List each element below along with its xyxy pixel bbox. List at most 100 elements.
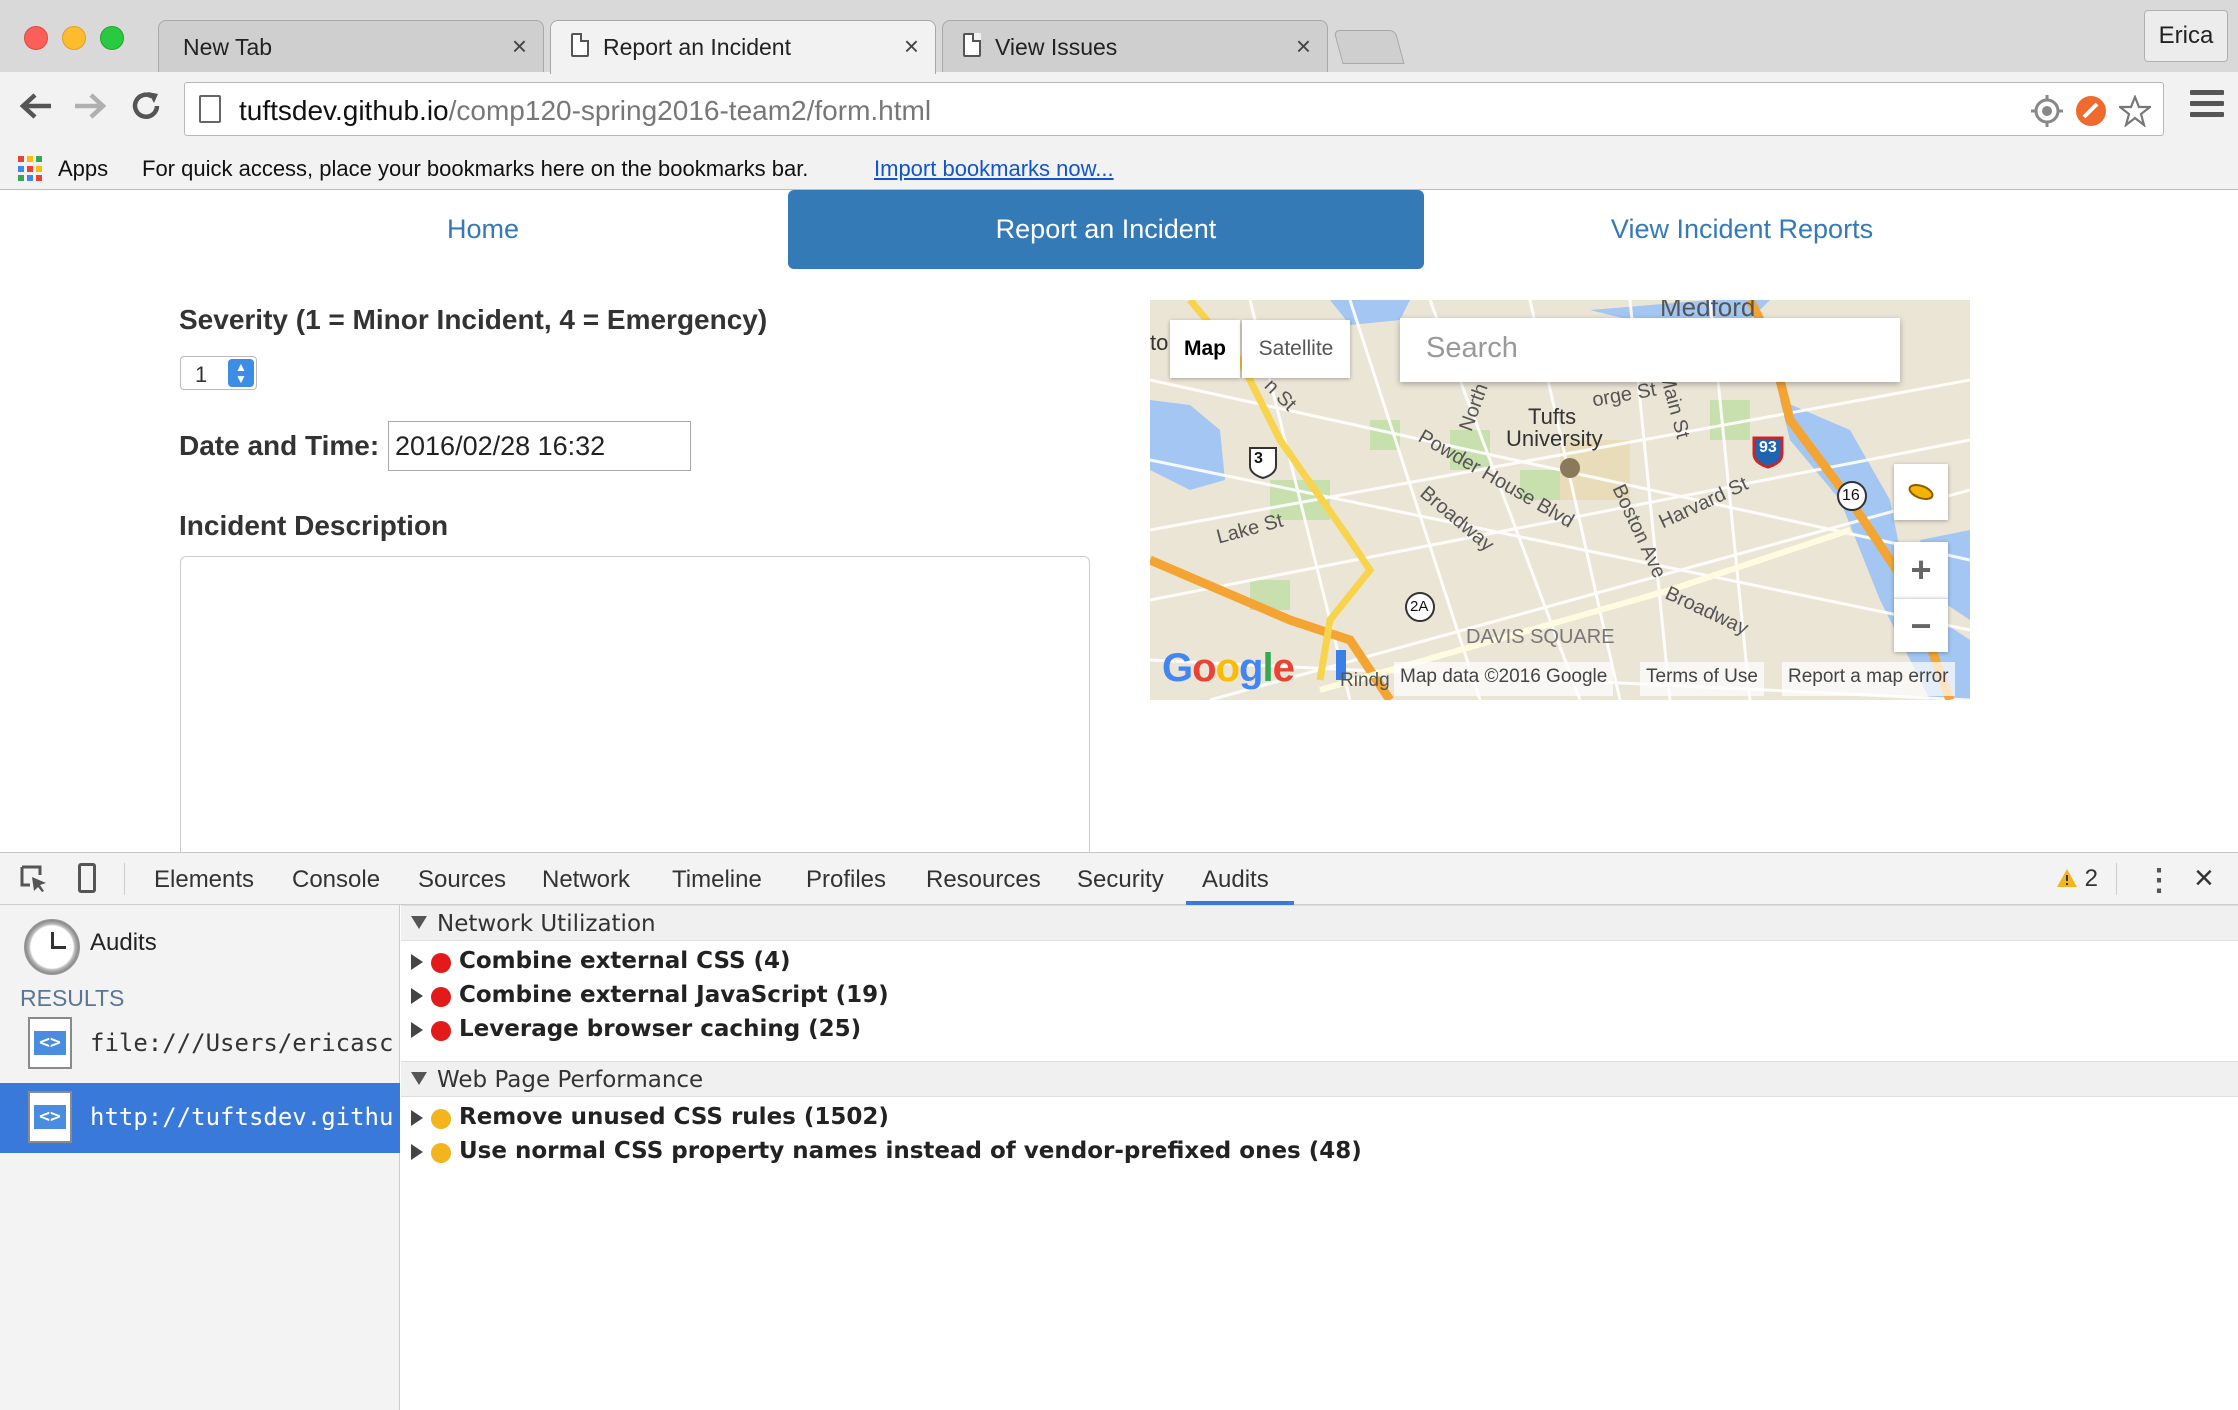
document-icon <box>963 33 981 57</box>
zoom-window-button[interactable] <box>100 26 124 50</box>
tab-elements[interactable]: Elements <box>154 866 254 894</box>
back-button[interactable] <box>14 84 58 128</box>
map-label-davis-square: DAVIS SQUARE <box>1466 626 1615 648</box>
severity-select[interactable]: 1 ▲ ▼ <box>180 356 257 390</box>
map-shield-route-2a: 2A <box>1410 598 1429 615</box>
map-label-university: University <box>1506 426 1603 451</box>
bookmarks-bar: Apps For quick access, place your bookma… <box>0 146 2238 190</box>
tab-new-tab[interactable]: New Tab × <box>158 20 544 72</box>
close-window-button[interactable] <box>24 26 48 50</box>
reload-icon <box>132 92 160 119</box>
extension-icon[interactable] <box>2075 95 2107 127</box>
description-label: Incident Description <box>179 510 449 541</box>
datetime-input[interactable] <box>388 421 691 471</box>
devtools-panel: Elements Console Sources Network Timelin… <box>0 852 2238 1410</box>
rule-label: Combine external CSS (4) <box>459 948 791 974</box>
forward-button[interactable] <box>68 84 112 128</box>
profile-button[interactable]: Erica <box>2144 10 2228 62</box>
close-devtools-icon[interactable]: × <box>2194 859 2214 898</box>
result-item-label: http://tuftsdev.github.io/ <box>90 1103 395 1131</box>
tab-resources[interactable]: Resources <box>926 866 1041 894</box>
warnings-counter[interactable]: 2 <box>2056 865 2098 893</box>
apps-grid-icon[interactable] <box>18 156 44 182</box>
audit-rule[interactable]: Use normal CSS property names instead of… <box>401 1135 2238 1169</box>
result-item-http[interactable]: <> http://tuftsdev.github.io/ <box>0 1083 400 1153</box>
close-tab-icon[interactable]: × <box>904 31 919 62</box>
audit-rule[interactable]: Remove unused CSS rules (1502) <box>401 1101 2238 1135</box>
inspect-element-icon[interactable] <box>20 865 48 893</box>
audit-rule[interactable]: Combine external CSS (4) <box>401 945 2238 979</box>
map-search-input[interactable]: Search <box>1400 318 1900 382</box>
category-web-page-performance[interactable]: Web Page Performance <box>401 1061 2238 1097</box>
close-tab-icon[interactable]: × <box>512 31 527 62</box>
map[interactable]: Medford to Tufts University Lake St Powd… <box>1150 300 1970 700</box>
zoom-in-button[interactable]: + <box>1894 542 1948 598</box>
devtools-toolbar: Elements Console Sources Network Timelin… <box>0 853 2238 905</box>
bookmark-star-icon[interactable] <box>2119 95 2151 127</box>
rule-label: Leverage browser caching (25) <box>459 1016 862 1042</box>
datetime-label: Date and Time: <box>179 430 380 461</box>
chrome-menu-icon[interactable] <box>2190 90 2224 120</box>
description-textarea[interactable] <box>180 556 1090 852</box>
sidebar-audits-item[interactable]: Audits <box>90 929 157 957</box>
map-terms-link[interactable]: Terms of Use <box>1640 662 1764 696</box>
address-bar[interactable]: tuftsdev.github.io/comp120-spring2016-te… <box>184 82 2164 136</box>
web-page: Home Report an Incident View Incident Re… <box>0 190 2238 852</box>
tab-view-issues[interactable]: View Issues × <box>942 20 1328 72</box>
minimize-window-button[interactable] <box>62 26 86 50</box>
result-item-file[interactable]: <> file:///Users/ericaschwartz <box>0 1009 400 1079</box>
new-tab-button[interactable] <box>1333 30 1405 64</box>
pegman-icon <box>1908 484 1934 500</box>
tab-console[interactable]: Console <box>292 866 380 894</box>
map-type-satellite-button[interactable]: Satellite <box>1242 320 1350 378</box>
more-options-icon[interactable]: ⋮ <box>2144 863 2174 898</box>
device-mode-icon[interactable] <box>78 863 96 893</box>
tab-title: Report an Incident <box>603 34 791 60</box>
map-label-to: to <box>1150 330 1169 355</box>
category-title: Web Page Performance <box>437 1067 704 1093</box>
audit-results: Network Utilization Combine external CSS… <box>401 905 2238 1410</box>
tab-security[interactable]: Security <box>1077 866 1164 894</box>
html-file-icon: <> <box>28 1017 72 1069</box>
map-label-rindge: Rindg <box>1340 670 1390 691</box>
html-file-icon: <> <box>28 1091 72 1143</box>
close-tab-icon[interactable]: × <box>1296 31 1311 62</box>
map-report-error-link[interactable]: Report a map error <box>1782 662 1955 696</box>
tab-network[interactable]: Network <box>542 866 630 894</box>
street-view-pegman-icon[interactable] <box>1894 464 1948 520</box>
tab-title: View Issues <box>995 34 1118 60</box>
tab-sources[interactable]: Sources <box>418 866 506 894</box>
back-arrow-icon <box>19 93 51 119</box>
browser-toolbar: tuftsdev.github.io/comp120-spring2016-te… <box>0 72 2238 146</box>
tab-timeline[interactable]: Timeline <box>672 866 762 894</box>
warning-dot-icon <box>431 1143 451 1163</box>
audits-sidebar: Audits RESULTS <> file:///Users/ericasch… <box>0 905 400 1410</box>
tab-profiles[interactable]: Profiles <box>806 866 886 894</box>
expanded-triangle-icon <box>411 916 427 929</box>
collapsed-triangle-icon <box>411 1110 423 1126</box>
severity-label: Severity (1 = Minor Incident, 4 = Emerge… <box>179 304 768 335</box>
collapsed-triangle-icon <box>411 1022 423 1038</box>
collapsed-triangle-icon <box>411 988 423 1004</box>
import-bookmarks-link[interactable]: Import bookmarks now... <box>874 156 1114 182</box>
map-data-attribution: Map data ©2016 Google <box>1394 662 1614 696</box>
apps-link[interactable]: Apps <box>58 156 108 182</box>
result-item-label: file:///Users/ericaschwartz <box>90 1029 395 1057</box>
bookmarks-hint: For quick access, place your bookmarks h… <box>142 156 809 181</box>
nav-view-reports[interactable]: View Incident Reports <box>1424 190 2060 269</box>
tab-title: New Tab <box>183 34 273 60</box>
tab-audits[interactable]: Audits <box>1202 866 1269 894</box>
toolbar-divider <box>124 863 125 895</box>
reload-button[interactable] <box>124 84 168 128</box>
rule-label: Use normal CSS property names instead of… <box>459 1138 1362 1164</box>
map-type-map-button[interactable]: Map <box>1170 320 1240 378</box>
location-target-icon[interactable] <box>2031 95 2063 127</box>
audit-rule[interactable]: Leverage browser caching (25) <box>401 1013 2238 1047</box>
audit-rule[interactable]: Combine external JavaScript (19) <box>401 979 2238 1013</box>
error-dot-icon <box>431 987 451 1007</box>
category-network-utilization[interactable]: Network Utilization <box>401 905 2238 941</box>
collapsed-triangle-icon <box>411 954 423 970</box>
zoom-out-button[interactable]: − <box>1894 598 1948 652</box>
nav-report-incident[interactable]: Report an Incident <box>788 190 1424 269</box>
tab-report-incident[interactable]: Report an Incident × <box>550 20 936 74</box>
